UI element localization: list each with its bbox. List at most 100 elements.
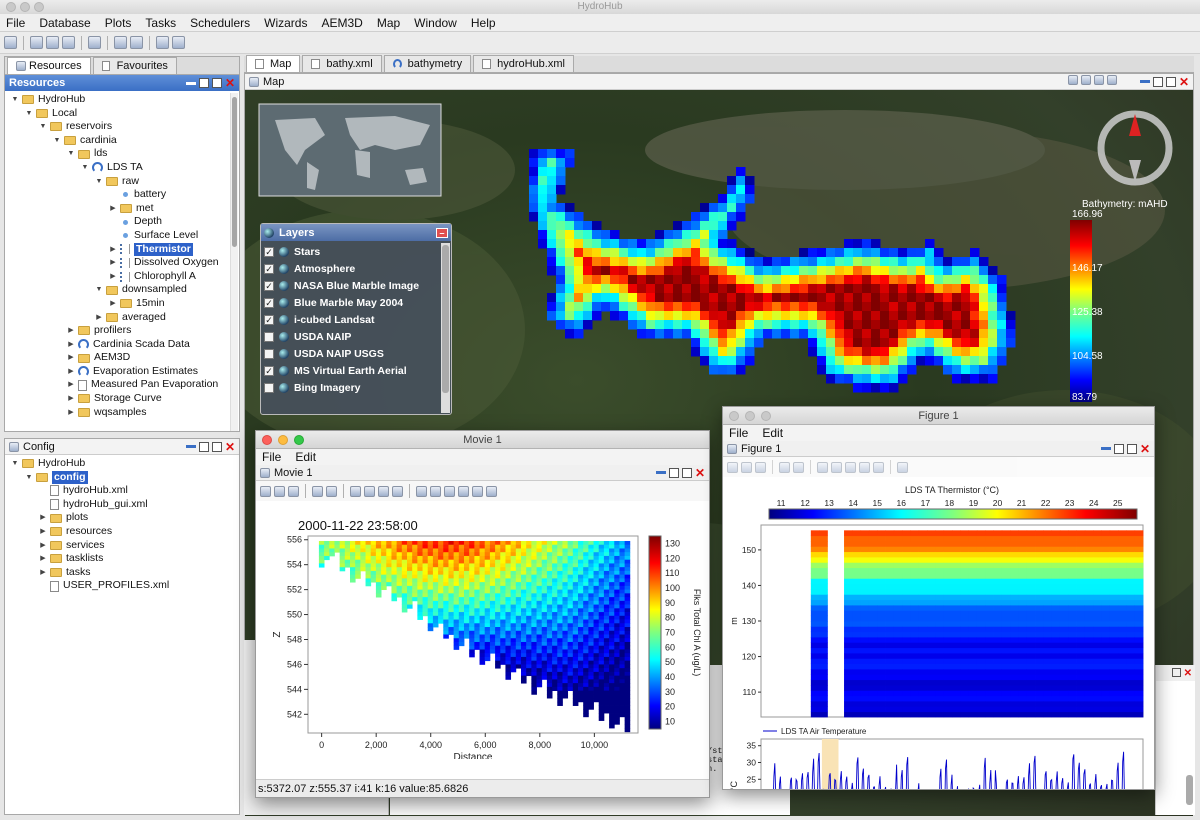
movie-panel-close-icon[interactable]: ✕ — [695, 466, 705, 480]
table-icon[interactable] — [46, 36, 59, 49]
tab-resources[interactable]: Resources — [7, 57, 91, 74]
layers-scroll-thumb[interactable] — [442, 245, 449, 393]
axis-icon[interactable] — [312, 485, 323, 497]
resources-scroll-thumb[interactable] — [232, 97, 237, 247]
chevron-right-icon[interactable]: ▶ — [67, 378, 75, 392]
menu-plots[interactable]: Plots — [105, 16, 132, 30]
chevron-down-icon[interactable]: ▼ — [39, 120, 47, 134]
chevron-right-icon[interactable]: ▶ — [39, 525, 47, 539]
zoom-window-button[interactable] — [34, 2, 44, 12]
tree-item-lds-ta[interactable]: ▼ LDS TA — [11, 161, 227, 175]
tree-item-wqsamples[interactable]: ▶ wqsamples — [11, 406, 227, 420]
figure-plot[interactable]: LDS TA Thermistor (°C)11 12 13 14 15 16 17 18 19… — [723, 477, 1154, 820]
layers-collapse-button[interactable]: – — [436, 227, 448, 238]
tab-hydrohub-xml[interactable]: hydroHub.xml — [473, 55, 574, 72]
chevron-right-icon[interactable]: ▶ — [67, 324, 75, 338]
movie-menu-file[interactable]: File — [262, 450, 281, 464]
undock-icon[interactable] — [198, 78, 209, 88]
database-icon[interactable] — [30, 36, 43, 49]
chevron-right-icon[interactable]: ▶ — [39, 566, 47, 580]
layer-checkbox[interactable]: ✓ — [264, 297, 274, 308]
map-refresh-icon[interactable] — [1094, 75, 1104, 85]
tree-item-cardinia[interactable]: ▼ cardinia — [11, 134, 227, 148]
figure-wave-icon[interactable] — [873, 461, 884, 473]
movie-min-icon[interactable] — [655, 471, 666, 474]
layer-usda-naip-usgs[interactable]: USDA NAIP USGS — [261, 345, 439, 362]
tree-item-reservoirs[interactable]: ▼ reservoirs — [11, 120, 227, 134]
chevron-right-icon[interactable]: ▶ — [67, 365, 75, 379]
map-maximize-icon[interactable] — [1165, 76, 1176, 87]
layer-checkbox[interactable]: ✓ — [264, 365, 274, 376]
movie-undock-icon[interactable] — [668, 467, 679, 478]
tree-item-evaporation-estimates[interactable]: ▶ Evaporation Estimates — [11, 365, 227, 379]
tree-item-profilers[interactable]: ▶ profilers — [11, 324, 227, 338]
tree-item-raw[interactable]: ▼ raw — [11, 175, 227, 189]
tree-item-local[interactable]: ▼ Local — [11, 107, 227, 121]
chevron-right-icon[interactable]: ▶ — [109, 243, 117, 257]
tree-item-lds[interactable]: ▼ lds — [11, 147, 227, 161]
map-close-icon[interactable]: ✕ — [1179, 75, 1189, 89]
layer-atmosphere[interactable]: ✓ Atmosphere — [261, 260, 439, 277]
tree-item-hydrohub[interactable]: ▼ HydroHub — [11, 457, 227, 471]
tree-item-aem3d[interactable]: ▶ AEM3D — [11, 351, 227, 365]
menu-window[interactable]: Window — [414, 16, 457, 30]
compass-icon[interactable] — [1097, 110, 1173, 186]
chevron-right-icon[interactable]: ▶ — [67, 392, 75, 406]
tree-item-measured-pan-evaporation[interactable]: ▶ Measured Pan Evaporation — [11, 378, 227, 392]
copy-icon[interactable] — [62, 36, 75, 49]
tab-map[interactable]: Map — [246, 55, 301, 72]
tree-item-hydrohub-gui-xml[interactable]: hydroHub_gui.xml — [11, 498, 227, 512]
layer-checkbox[interactable]: ✓ — [264, 246, 274, 257]
chevron-right-icon[interactable]: ▶ — [67, 338, 75, 352]
copy-image-icon[interactable] — [288, 485, 299, 497]
figure-max-icon[interactable] — [1126, 443, 1137, 454]
tree-item-hydrohub[interactable]: ▼ HydroHub — [11, 93, 227, 107]
tree-item-tasklists[interactable]: ▶ tasklists — [11, 552, 227, 566]
layer-stars[interactable]: ✓ Stars — [261, 243, 439, 260]
chevron-right-icon[interactable]: ▶ — [39, 552, 47, 566]
menu-help[interactable]: Help — [471, 16, 496, 30]
chevron-right-icon[interactable]: ▶ — [109, 270, 117, 284]
figure-close-button[interactable] — [729, 411, 739, 421]
figure-save-icon[interactable] — [727, 461, 738, 473]
figure-text-icon[interactable] — [817, 461, 828, 473]
play-icon[interactable] — [458, 485, 469, 497]
layer-blue-marble-may-2004[interactable]: ✓ Blue Marble May 2004 — [261, 294, 439, 311]
console-scroll-thumb[interactable] — [1186, 775, 1193, 805]
movie-zoom-button[interactable] — [294, 435, 304, 445]
map-layers-icon[interactable] — [1068, 75, 1078, 85]
chevron-right-icon[interactable]: ▶ — [67, 406, 75, 420]
layers-scrollbar[interactable] — [441, 243, 450, 413]
range-icon[interactable] — [326, 485, 337, 497]
chevron-down-icon[interactable]: ▼ — [25, 107, 33, 121]
figure-menu-file[interactable]: File — [729, 426, 748, 440]
figure-print-icon[interactable] — [741, 461, 752, 473]
prev-frame-icon[interactable] — [444, 485, 455, 497]
tree-item-user-profiles-xml[interactable]: USER_PROFILES.xml — [11, 579, 227, 593]
text-icon[interactable] — [364, 485, 375, 497]
chevron-down-icon[interactable]: ▼ — [81, 161, 89, 175]
layer-checkbox[interactable]: ✓ — [264, 280, 274, 291]
tree-item-downsampled[interactable]: ▼ downsampled — [11, 283, 227, 297]
figure-zoom-button[interactable] — [761, 411, 771, 421]
last-frame-icon[interactable] — [486, 485, 497, 497]
menu-tasks[interactable]: Tasks — [145, 16, 176, 30]
movie-minimize-button[interactable] — [278, 435, 288, 445]
layer-checkbox[interactable]: ✓ — [264, 263, 274, 274]
menu-wizards[interactable]: Wizards — [264, 16, 307, 30]
chevron-right-icon[interactable]: ▶ — [95, 311, 103, 325]
tree-item-config[interactable]: ▼ config — [11, 470, 227, 485]
layer-checkbox[interactable] — [264, 348, 274, 359]
tree-item-met[interactable]: ▶ met — [11, 202, 227, 216]
save-icon[interactable] — [260, 485, 271, 497]
wave-icon[interactable] — [392, 485, 403, 497]
config-minimize-icon[interactable] — [185, 445, 196, 448]
minimize-window-button[interactable] — [20, 2, 30, 12]
figure-undock-icon[interactable] — [1113, 443, 1124, 454]
maximize-icon[interactable] — [211, 78, 222, 88]
close-icon[interactable]: ✕ — [225, 76, 235, 90]
movie-max-icon[interactable] — [681, 467, 692, 478]
export-icon[interactable] — [156, 36, 169, 49]
layer-i-cubed-landsat[interactable]: ✓ i-cubed Landsat — [261, 311, 439, 328]
chevron-down-icon[interactable]: ▼ — [53, 134, 61, 148]
